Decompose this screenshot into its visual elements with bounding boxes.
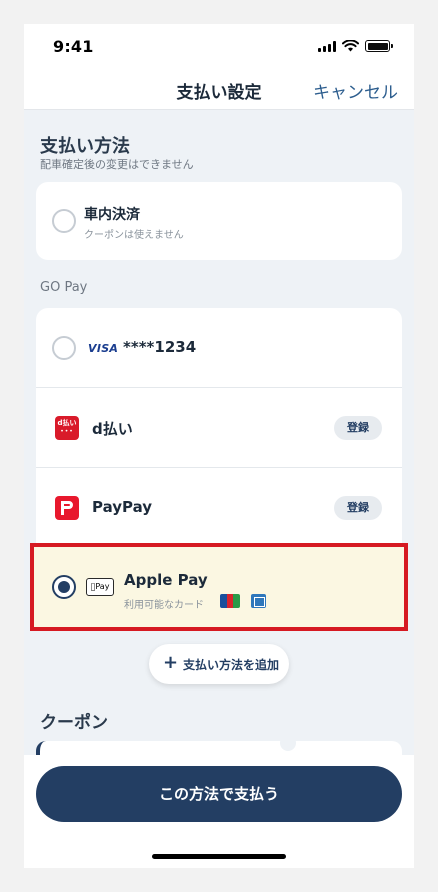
status-bar: 9:41 — [24, 24, 414, 70]
d-barai-label: d払い — [92, 420, 133, 438]
apple-pay-option[interactable]: Pay Apple Pay 利用可能なカード — [30, 543, 408, 631]
in-car-label: 車内決済 — [84, 207, 140, 223]
plus-icon: + — [163, 652, 179, 673]
payment-method-title: 支払い方法 — [40, 136, 130, 157]
visa-radio[interactable] — [52, 336, 76, 360]
apple-pay-label: Apple Pay — [124, 571, 208, 589]
cellular-signal-icon — [318, 40, 336, 52]
apple-pay-radio-selected[interactable] — [52, 575, 76, 599]
paypay-logo-icon — [55, 496, 79, 520]
coupon-notch — [280, 735, 296, 751]
go-pay-list: VISA ****1234 d払い ••• d払い 登録 PayPay 登録 — [36, 308, 402, 548]
paypay-label: PayPay — [92, 498, 153, 516]
status-time: 9:41 — [53, 37, 94, 56]
add-payment-method-label: 支払い方法を追加 — [183, 658, 280, 672]
jcb-icon — [220, 594, 240, 608]
go-pay-label: GO Pay — [40, 280, 88, 295]
apple-pay-icon: Pay — [86, 578, 114, 596]
visa-icon: VISA — [88, 342, 119, 355]
apple-pay-note: 利用可能なカード — [124, 600, 204, 611]
battery-icon — [365, 40, 393, 52]
pay-with-this-method-button[interactable]: この方法で支払う — [36, 766, 402, 822]
cancel-button[interactable]: キャンセル — [313, 78, 398, 103]
payment-settings-screen: 9:41 支払い設定 キャンセル 支払い方法 配車確定後の変更はできません 車内… — [24, 24, 414, 868]
home-indicator — [152, 854, 286, 859]
in-car-radio[interactable] — [52, 209, 76, 233]
bottom-bar: この方法で支払う — [24, 755, 414, 868]
d-barai-logo-icon: d払い ••• — [55, 416, 79, 440]
nav-bar: 支払い設定 キャンセル — [24, 70, 414, 110]
in-car-payment-option[interactable]: 車内決済 クーポンは使えません — [36, 182, 402, 260]
in-car-note: クーポンは使えません — [84, 230, 184, 241]
d-barai-register-button[interactable]: 登録 — [334, 416, 382, 440]
coupon-title: クーポン — [40, 713, 108, 733]
d-barai-option[interactable]: d払い ••• d払い 登録 — [36, 388, 402, 468]
visa-card-option[interactable]: VISA ****1234 — [36, 308, 402, 388]
status-icons — [318, 40, 393, 52]
wifi-icon — [342, 40, 359, 52]
paypay-option[interactable]: PayPay 登録 — [36, 468, 402, 548]
add-payment-method-button[interactable]: + 支払い方法を追加 — [149, 644, 289, 684]
payment-method-subtitle: 配車確定後の変更はできません — [40, 158, 194, 171]
paypay-register-button[interactable]: 登録 — [334, 496, 382, 520]
amex-icon — [251, 594, 266, 608]
visa-card-number: ****1234 — [123, 338, 197, 356]
